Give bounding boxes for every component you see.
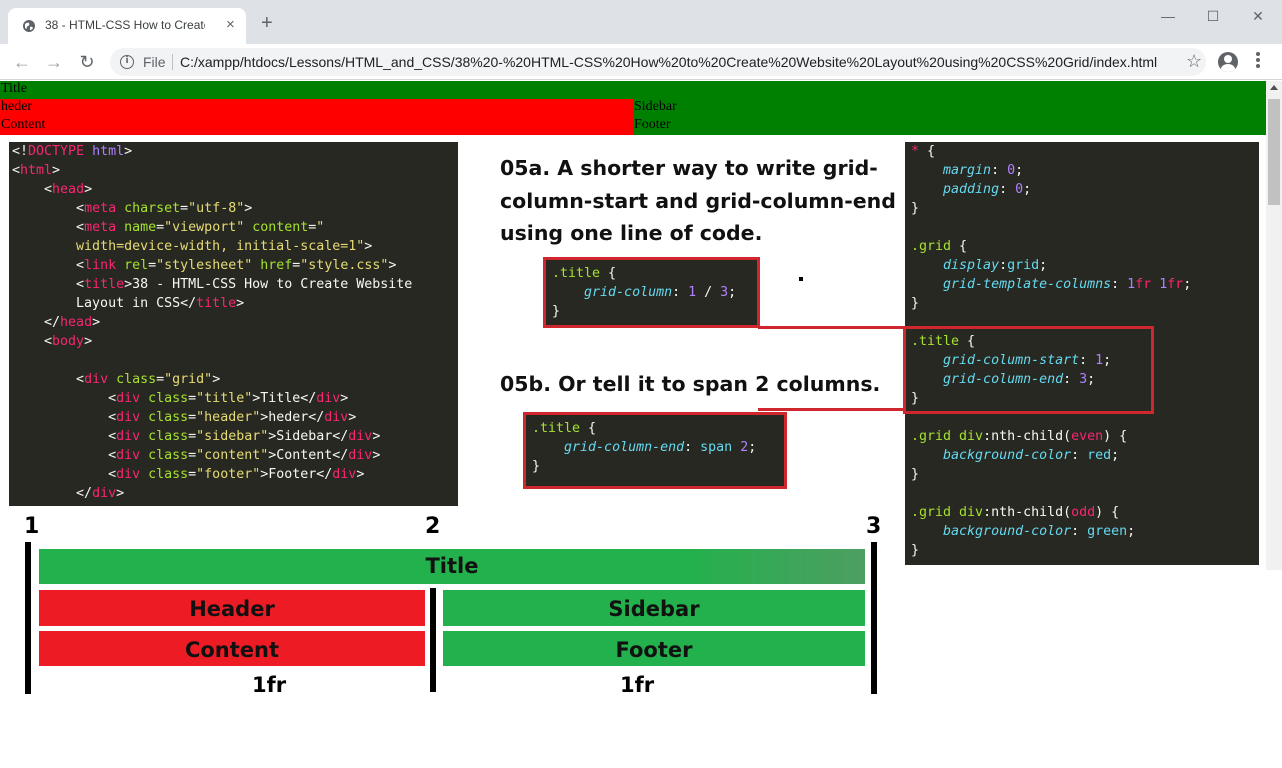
new-tab-icon[interactable]: + — [261, 13, 273, 33]
diagram-sidebar: Sidebar — [443, 590, 865, 626]
fr-label-left: 1fr — [252, 673, 287, 697]
connector-line-05a — [758, 326, 906, 329]
reload-icon[interactable]: ↻ — [75, 50, 99, 74]
more-menu-icon[interactable] — [1255, 52, 1261, 72]
grid-header: heder — [0, 99, 633, 117]
highlight-frame-05a — [543, 257, 760, 328]
scroll-thumb[interactable] — [1268, 99, 1280, 205]
heading-05a-line3: using one line of code. — [500, 221, 763, 245]
maximize-icon[interactable]: ☐ — [1198, 6, 1228, 26]
highlight-frame-title-rule — [903, 326, 1154, 414]
highlight-frame-05b — [523, 412, 787, 489]
close-icon[interactable]: × — [226, 17, 235, 32]
diagram-footer: Footer — [443, 631, 865, 666]
column-line-1 — [25, 542, 31, 694]
grid-title: Title — [0, 81, 1266, 99]
column-line-2-label: 2 — [425, 514, 441, 539]
omnibox-divider — [172, 54, 173, 70]
info-icon[interactable]: i — [120, 55, 134, 69]
file-label: File — [143, 54, 166, 70]
fr-label-right: 1fr — [620, 673, 655, 697]
column-line-2 — [430, 588, 436, 692]
minimize-icon[interactable]: — — [1153, 6, 1183, 26]
heading-05a: 05a. A shorter way to write grid- column… — [500, 152, 896, 250]
stray-dot — [799, 277, 803, 281]
heading-05a-line1: 05a. A shorter way to write grid- — [500, 156, 878, 180]
globe-icon — [23, 20, 35, 32]
grid-content: Content — [0, 117, 633, 135]
column-line-3 — [871, 542, 877, 694]
column-line-1-label: 1 — [24, 514, 40, 539]
heading-05a-line2: column-start and grid-column-end — [500, 188, 896, 213]
address-bar[interactable]: i File C:/xampp/htdocs/Lessons/HTML_and_… — [110, 48, 1206, 76]
browser-toolbar: ← → ↻ i File C:/xampp/htdocs/Lessons/HTM… — [0, 44, 1282, 80]
rendered-grid: Title heder Sidebar Content Footer — [0, 81, 1266, 135]
url-text[interactable]: C:/xampp/htdocs/Lessons/HTML_and_CSS/38%… — [180, 54, 1157, 70]
scroll-up-arrow-icon[interactable] — [1270, 85, 1278, 90]
diagram-content: Content — [39, 631, 425, 666]
html-code-panel: <!DOCTYPE html> <html> <head> <meta chars… — [9, 142, 458, 506]
grid-footer: Footer — [633, 117, 1266, 135]
browser-tab[interactable]: 38 - HTML-CSS How to Create W × — [8, 8, 246, 44]
window-close-icon[interactable]: ✕ — [1243, 6, 1273, 26]
grid-sidebar: Sidebar — [633, 99, 1266, 117]
page-scrollbar[interactable] — [1266, 81, 1282, 570]
forward-arrow-icon[interactable]: → — [42, 50, 66, 74]
tab-bar: 38 - HTML-CSS How to Create W × + — ☐ ✕ — [0, 0, 1282, 44]
tab-title: 38 - HTML-CSS How to Create W — [45, 18, 205, 32]
diagram-title: Title — [39, 549, 865, 584]
profile-icon[interactable] — [1218, 52, 1238, 72]
star-icon[interactable]: ☆ — [1186, 51, 1202, 71]
connector-line-05b — [758, 408, 906, 411]
diagram-header: Header — [39, 590, 425, 626]
back-arrow-icon[interactable]: ← — [10, 50, 34, 74]
heading-05b: 05b. Or tell it to span 2 columns. — [500, 372, 881, 396]
column-line-3-label: 3 — [866, 514, 882, 539]
